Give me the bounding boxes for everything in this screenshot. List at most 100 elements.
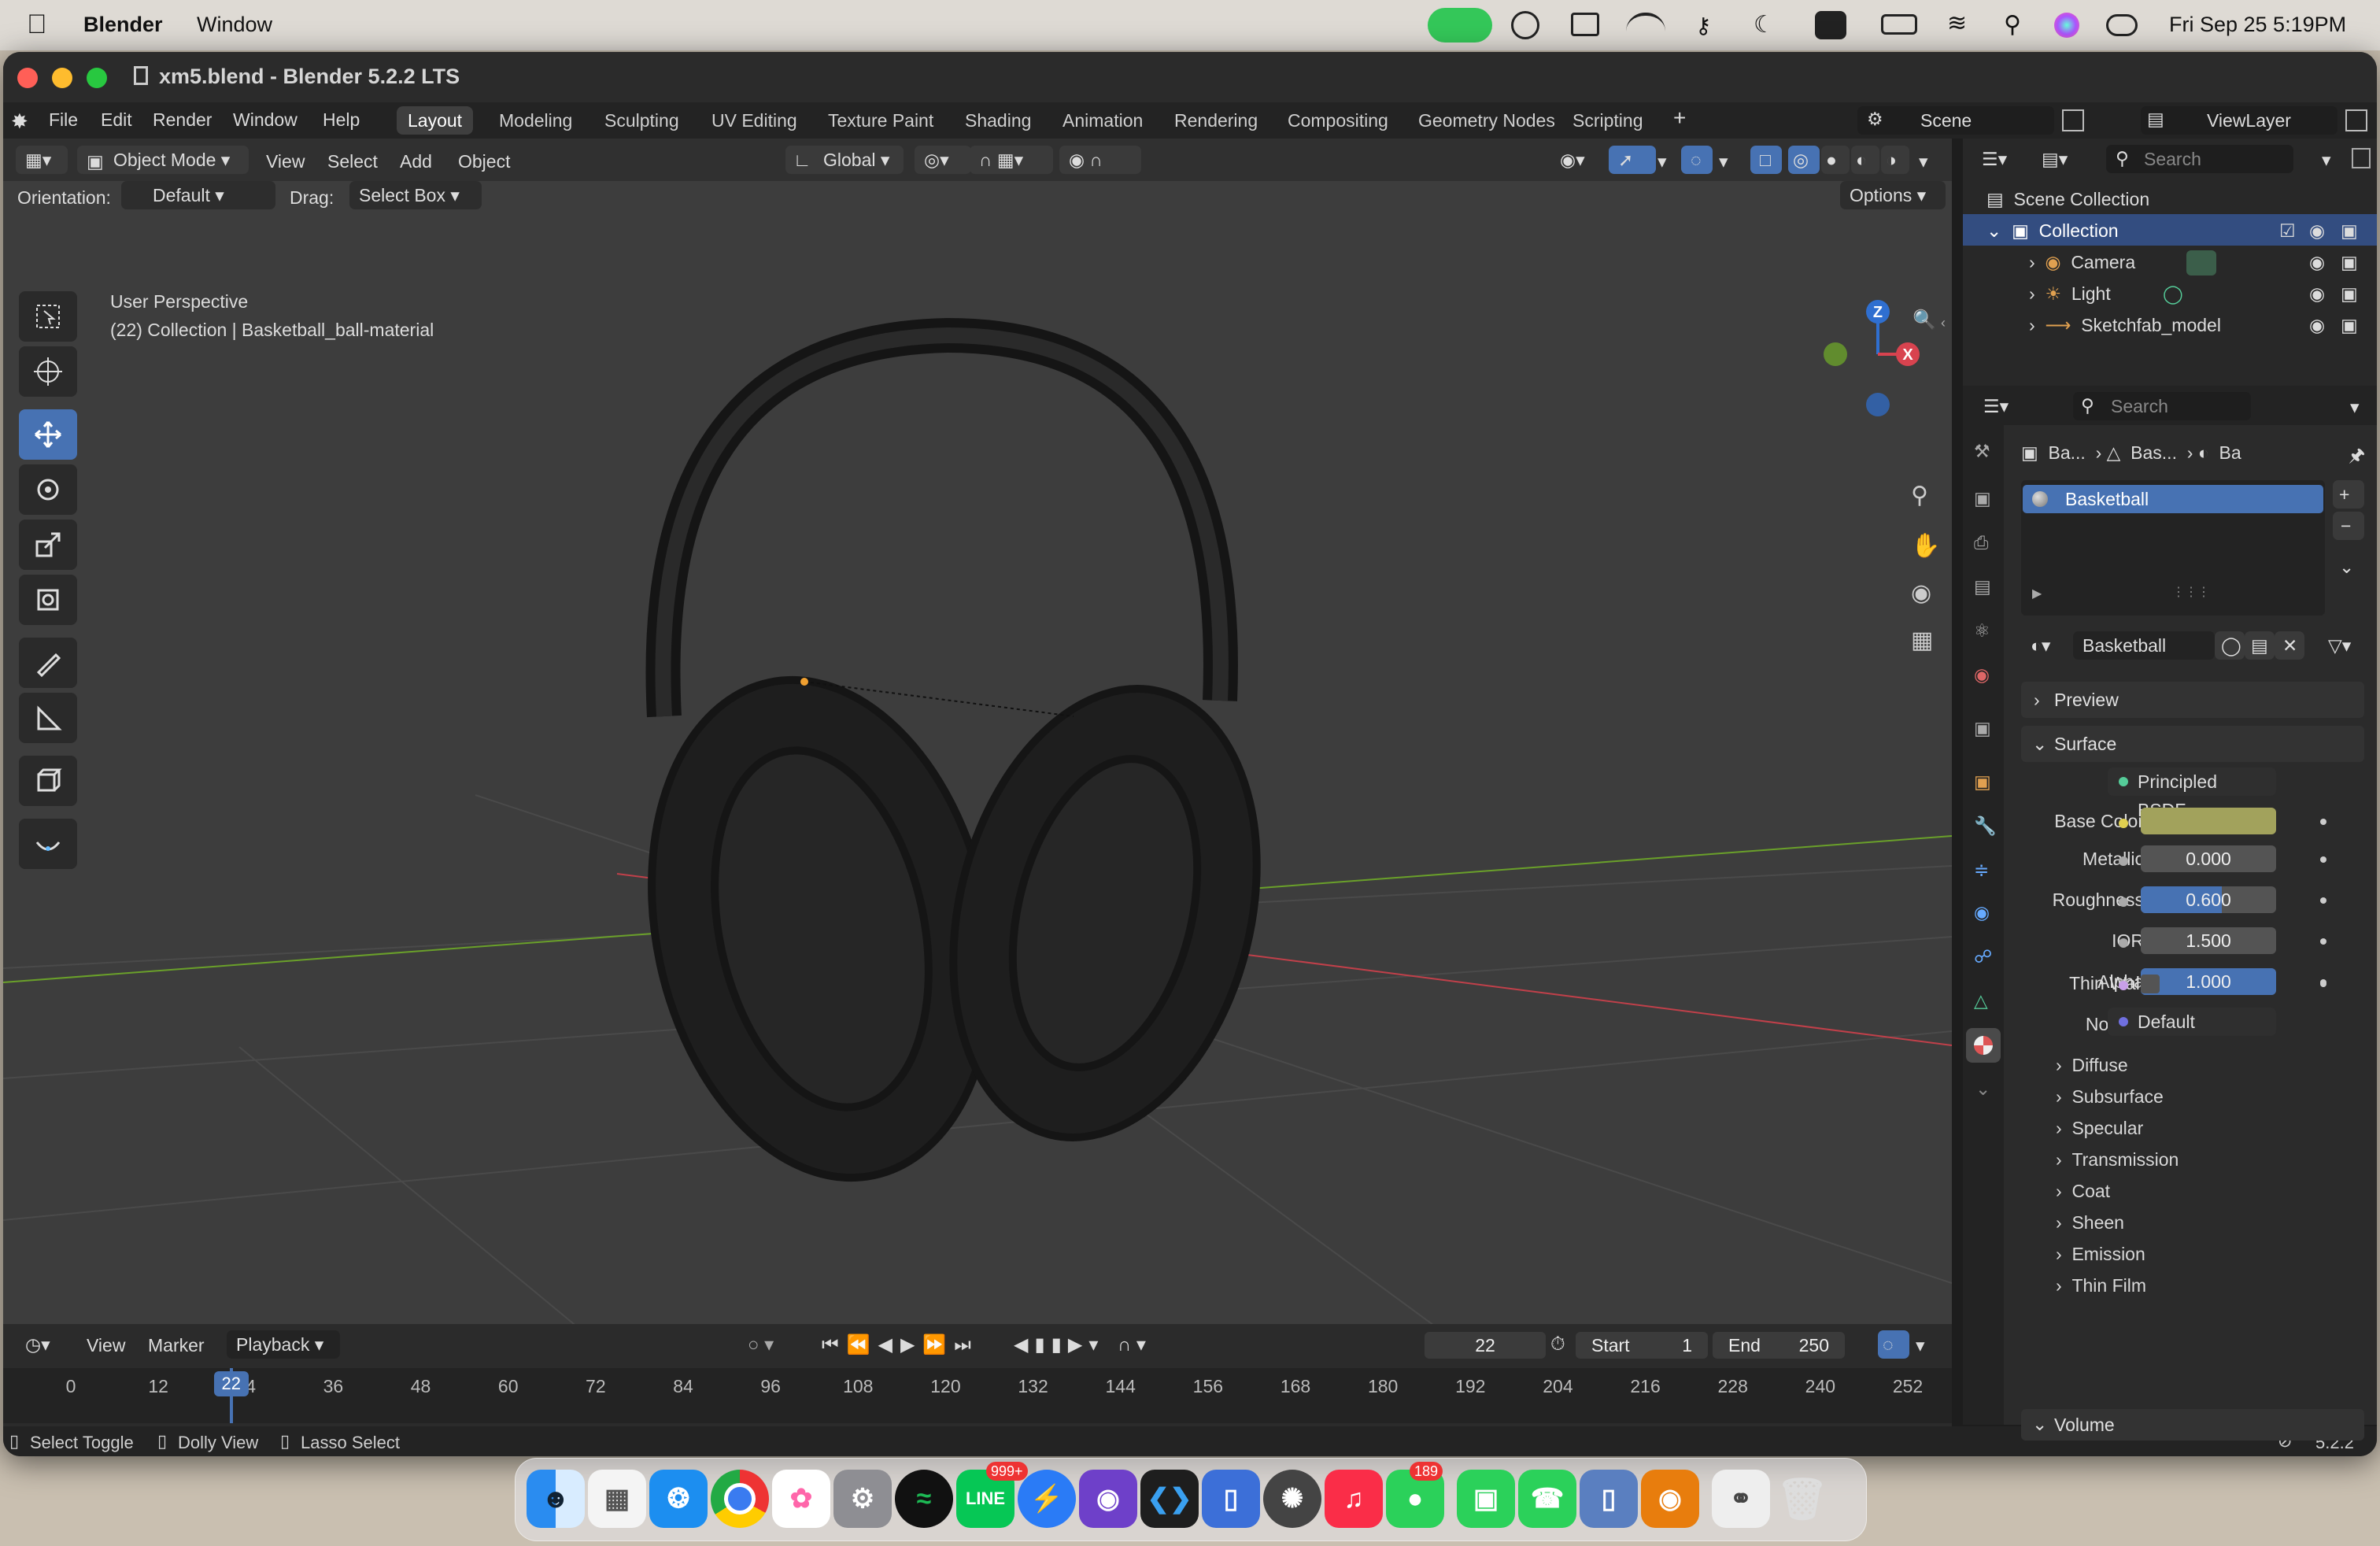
menu-render[interactable]: Render <box>153 109 212 131</box>
timeline-menu-marker[interactable]: Marker <box>148 1335 205 1356</box>
properties-options-icon[interactable]: ▾ <box>2350 397 2360 418</box>
add-slot-button[interactable]: + <box>2333 480 2364 509</box>
tab-geometry-nodes[interactable]: Geometry Nodes <box>1407 106 1566 135</box>
subpanel-subsurface[interactable]: › Subsurface <box>2056 1086 2164 1108</box>
menu-window[interactable]: Window <box>233 109 298 131</box>
thin-wall-keyframe-dot[interactable] <box>2320 981 2326 987</box>
add-workspace-icon[interactable]: + <box>1673 105 1686 131</box>
tab-sculpting[interactable]: Sculpting <box>593 106 690 135</box>
tab-compositing[interactable]: Compositing <box>1277 106 1399 135</box>
outliner-search-input[interactable]: Search <box>2106 145 2293 173</box>
pin-icon[interactable]: 🖈 <box>2349 442 2365 473</box>
volume-panel-header[interactable]: Volume <box>2021 1409 2364 1441</box>
light-origin-dot[interactable] <box>800 678 808 686</box>
ior-keyframe-dot[interactable] <box>2320 938 2326 945</box>
expand-light-icon[interactable]: › <box>2029 283 2035 304</box>
surface-collapse-icon[interactable]: ⌄ <box>2032 734 2047 755</box>
model-eye-icon[interactable]: ◉ <box>2309 315 2325 336</box>
facetime-camera-icon[interactable] <box>1428 8 1492 43</box>
timeline-editor-type-icon[interactable]: ◷▾ <box>16 1330 68 1359</box>
zoom-in-icon[interactable]: ⚲ <box>1911 482 1928 509</box>
screen-icon[interactable] <box>1571 13 1599 36</box>
menu-add[interactable]: Add <box>400 151 432 172</box>
modifier-tab-icon[interactable]: 🔧 <box>1974 816 1997 837</box>
subpanel-coat[interactable]: › Coat <box>2056 1181 2110 1202</box>
xray-icon[interactable]: □ <box>1750 146 1782 174</box>
unlink-material-icon[interactable]: ✕ <box>2275 631 2304 660</box>
tab-layout[interactable]: Layout <box>397 106 474 135</box>
apple-icon[interactable]:  <box>27 9 47 40</box>
tab-texture-paint[interactable]: Texture Paint <box>817 106 944 135</box>
collection-checkbox[interactable]: ☑ <box>2279 220 2296 242</box>
playhead[interactable]: 22 <box>213 1371 249 1396</box>
preview-expand-icon[interactable]: › <box>2034 690 2040 711</box>
browse-material-icon[interactable]: ◐▾ <box>2021 631 2073 660</box>
shading-dropdown-icon[interactable]: ▾ <box>1919 151 1928 172</box>
particles-tab-icon[interactable]: ≑ <box>1974 860 1989 881</box>
light-data-icon[interactable]: ◯ <box>2163 283 2183 305</box>
cloud-icon[interactable] <box>1626 13 1665 36</box>
app-menu[interactable]: Blender <box>83 13 163 37</box>
camera-render-icon[interactable]: ▣ <box>2341 252 2358 273</box>
add-cube-tool-icon[interactable] <box>19 756 77 806</box>
transform-curve-tool-icon[interactable] <box>19 819 77 869</box>
current-frame-field[interactable]: 22 <box>1425 1332 1546 1359</box>
menu-view[interactable]: View <box>266 151 305 172</box>
subpanel-specular[interactable]: › Specular <box>2056 1118 2143 1139</box>
thin-wall-checkbox[interactable] <box>2141 975 2160 993</box>
timeline-overlay-dropdown[interactable]: ▾ <box>1916 1335 1925 1356</box>
move-tool-icon[interactable] <box>19 409 77 460</box>
collection-eye-icon[interactable]: ◉ <box>2309 220 2325 242</box>
new-scene-icon[interactable] <box>2062 109 2084 131</box>
tab-rendering[interactable]: Rendering <box>1163 106 1269 135</box>
outliner-item-sketchfab-model[interactable]: › ⟶ Sketchfab_model <box>2029 315 2221 336</box>
pan-hand-icon[interactable]: ✋ <box>1911 532 1940 560</box>
messenger-icon[interactable]: ⚡ <box>1018 1470 1076 1528</box>
fake-user-icon[interactable]: ◯ <box>2215 631 2245 660</box>
solid-shading-icon[interactable]: ● <box>1821 146 1850 174</box>
collection-tab-icon[interactable]: ▣ <box>1974 718 1991 739</box>
camera-eye-icon[interactable]: ◉ <box>2309 252 2325 273</box>
menu-select[interactable]: Select <box>327 151 378 172</box>
moon-icon[interactable]: ☾ <box>1754 11 1775 39</box>
scene-tab-icon[interactable]: ⚛ <box>1974 620 1990 642</box>
properties-search-input[interactable]: Search <box>2073 392 2251 420</box>
outliner-editor-type-icon[interactable]: ☰▾ <box>1972 145 2024 173</box>
roughness-field[interactable]: 0.600 <box>2141 886 2276 913</box>
base-color-swatch[interactable] <box>2141 808 2276 834</box>
tab-uv-editing[interactable]: UV Editing <box>700 106 808 135</box>
airpods-icon[interactable]: ⚷ <box>1695 13 1722 38</box>
material-shading-icon[interactable]: ◐ <box>1851 146 1879 174</box>
menu-help[interactable]: Help <box>323 109 360 131</box>
overlays-dropdown-icon[interactable]: ▾ <box>1719 151 1728 172</box>
subpanel-thin-film[interactable]: › Thin Film <box>2056 1275 2146 1296</box>
playback-controls[interactable]: ⏮⏪◀▶⏩⏭ <box>822 1333 979 1356</box>
outliner-item-camera[interactable]: › ◉ Camera <box>2029 252 2135 273</box>
camera-data-icon[interactable] <box>2186 250 2216 276</box>
music-icon[interactable]: ♫ <box>1325 1470 1383 1528</box>
metallic-field[interactable]: 0.000 <box>2141 845 2276 872</box>
volume-collapse-icon[interactable]: ⌄ <box>2032 1414 2047 1435</box>
headphones-app-icon[interactable]: ⚭ <box>1712 1470 1770 1528</box>
collection-row[interactable]: ⌄ ▣ Collection <box>1986 220 2119 242</box>
metallic-socket-dot[interactable] <box>2119 856 2128 866</box>
transform-tool-icon[interactable] <box>19 575 77 625</box>
tool-tab-icon[interactable]: ⚒ <box>1974 441 1990 462</box>
timeline-menu-view[interactable]: View <box>87 1335 125 1356</box>
roughness-socket-dot[interactable] <box>2119 897 2128 907</box>
ior-socket-dot[interactable] <box>2119 938 2128 948</box>
battery-icon[interactable] <box>1881 14 1917 35</box>
notification-icon[interactable] <box>1815 11 1846 39</box>
pivot-point-icon[interactable]: ◎▾ <box>915 146 971 174</box>
timeline-overlay-icon[interactable]: ◌ <box>1878 1330 1909 1359</box>
scene-collection-row[interactable]: ▤ Scene Collection <box>1986 189 2149 210</box>
base-color-keyframe-dot[interactable] <box>2320 819 2326 825</box>
subpanel-diffuse[interactable]: › Diffuse <box>2056 1055 2128 1076</box>
tab-shading[interactable]: Shading <box>954 106 1042 135</box>
properties-editor-type-icon[interactable]: ☰▾ <box>1974 392 2026 420</box>
finder-icon[interactable]: ☻ <box>527 1470 585 1528</box>
ior-field[interactable]: 1.500 <box>2141 927 2276 954</box>
metallic-keyframe-dot[interactable] <box>2320 856 2326 863</box>
new-collection-icon[interactable] <box>2352 148 2371 168</box>
collection-camera-icon[interactable]: ▣ <box>2341 220 2358 242</box>
